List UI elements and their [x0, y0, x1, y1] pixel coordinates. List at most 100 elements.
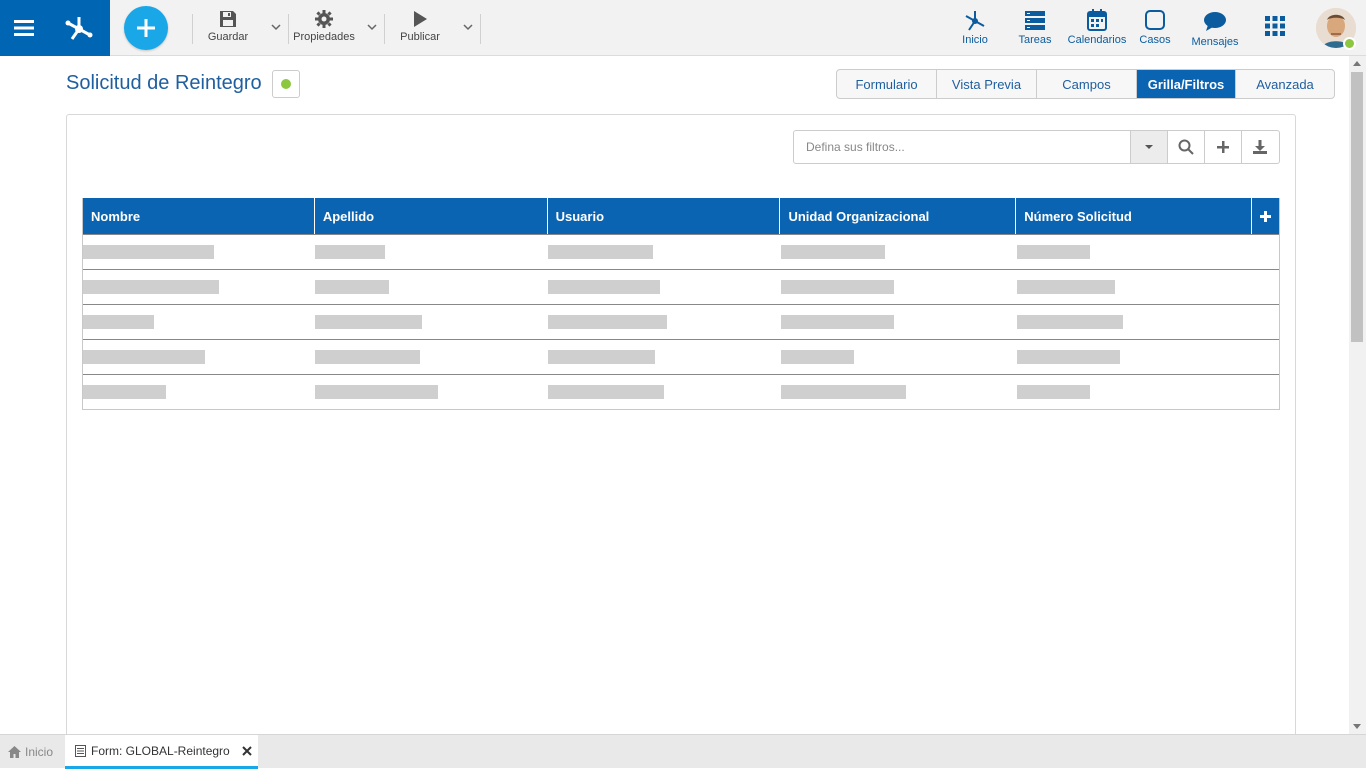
column-header-unidad[interactable]: Unidad Organizacional: [780, 198, 1017, 234]
bottom-tab-home[interactable]: Inicio: [8, 735, 53, 769]
column-header-nombre[interactable]: Nombre: [83, 198, 315, 234]
placeholder-cell: [315, 385, 438, 399]
placeholder-cell: [315, 280, 389, 294]
properties-button[interactable]: Propiedades: [292, 10, 356, 43]
column-header-apellido[interactable]: Apellido: [315, 198, 548, 234]
nav-inicio-label: Inicio: [962, 34, 988, 46]
tab-avanzada[interactable]: Avanzada: [1236, 70, 1334, 98]
tab-vista-previa[interactable]: Vista Previa: [937, 70, 1037, 98]
save-label: Guardar: [207, 31, 249, 43]
caret-down-icon: [1145, 145, 1153, 149]
chevron-down-icon[interactable]: [367, 22, 377, 32]
placeholder-cell: [315, 350, 420, 364]
placeholder-cell: [315, 245, 385, 259]
toolbar-divider: [384, 14, 385, 44]
placeholder-cell: [548, 280, 660, 294]
placeholder-cell: [548, 315, 667, 329]
nav-casos-label: Casos: [1139, 34, 1171, 46]
view-tabs: Formulario Vista Previa Campos Grilla/Fi…: [836, 69, 1335, 99]
scroll-down-arrow-icon[interactable]: [1353, 724, 1361, 729]
properties-label: Propiedades: [293, 31, 355, 43]
apps-grid-icon: [1265, 16, 1285, 36]
table-row[interactable]: [83, 339, 1279, 374]
placeholder-cell: [781, 350, 854, 364]
status-indicator[interactable]: [272, 70, 300, 98]
plus-icon: [137, 19, 155, 37]
placeholder-cell: [1017, 350, 1120, 364]
placeholder-cell: [1017, 280, 1115, 294]
placeholder-cell: [83, 350, 205, 364]
filter-dropdown-button[interactable]: [1130, 131, 1167, 163]
tab-campos[interactable]: Campos: [1037, 70, 1137, 98]
toolbar-divider: [288, 14, 289, 44]
tab-formulario[interactable]: Formulario: [837, 70, 937, 98]
toolbar-divider: [480, 14, 481, 44]
table-row[interactable]: [83, 304, 1279, 339]
placeholder-cell: [315, 315, 422, 329]
download-button[interactable]: [1241, 131, 1278, 163]
save-button[interactable]: Guardar: [206, 10, 250, 43]
scrollbar-thumb[interactable]: [1351, 72, 1363, 342]
network-home-icon: [965, 11, 985, 31]
plus-icon: [1217, 141, 1229, 153]
placeholder-cell: [83, 245, 214, 259]
top-toolbar: Guardar Propiedades Publicar Inicio Tare…: [0, 0, 1366, 56]
publish-label: Publicar: [400, 31, 440, 43]
tasks-icon: [1025, 11, 1045, 30]
page-title: Solicitud de Reintegro: [66, 72, 262, 94]
network-logo-icon: [65, 17, 93, 40]
document-icon: [75, 744, 86, 757]
add-column-button[interactable]: [1251, 198, 1279, 234]
hamburger-icon: [14, 20, 34, 36]
nav-tareas[interactable]: Tareas: [1015, 8, 1055, 46]
publish-button[interactable]: Publicar: [398, 10, 442, 43]
table-row[interactable]: [83, 269, 1279, 304]
placeholder-cell: [781, 245, 885, 259]
gear-icon: [315, 10, 333, 28]
placeholder-cell: [548, 245, 653, 259]
table-row[interactable]: [83, 374, 1279, 409]
download-icon: [1253, 140, 1267, 154]
placeholder-cell: [548, 350, 655, 364]
nav-mensajes-label: Mensajes: [1191, 36, 1239, 48]
chevron-down-icon[interactable]: [463, 22, 473, 32]
table-row[interactable]: [83, 234, 1279, 269]
app-logo[interactable]: [48, 0, 110, 56]
placeholder-cell: [83, 315, 154, 329]
floppy-disk-icon: [220, 11, 236, 27]
nav-casos[interactable]: Casos: [1137, 8, 1173, 46]
scroll-up-arrow-icon[interactable]: [1353, 61, 1361, 66]
apps-grid-button[interactable]: [1264, 16, 1286, 36]
placeholder-cell: [83, 385, 166, 399]
bottom-tab-form[interactable]: Form: GLOBAL-Reintegro: [65, 735, 258, 769]
nav-calendarios-label: Calendarios: [1067, 34, 1127, 46]
play-icon: [414, 11, 427, 27]
filter-input[interactable]: [794, 131, 1130, 163]
placeholder-cell: [1017, 245, 1090, 259]
chevron-down-icon[interactable]: [271, 22, 281, 32]
search-button[interactable]: [1167, 131, 1204, 163]
chat-bubble-icon: [1204, 12, 1226, 31]
vertical-scrollbar[interactable]: [1349, 56, 1366, 734]
hamburger-menu-button[interactable]: [0, 0, 48, 56]
add-filter-button[interactable]: [1204, 131, 1241, 163]
nav-mensajes[interactable]: Mensajes: [1190, 10, 1240, 48]
online-status-dot: [1343, 37, 1356, 50]
column-header-numero[interactable]: Número Solicitud: [1016, 198, 1251, 234]
data-grid: Nombre Apellido Usuario Unidad Organizac…: [82, 198, 1280, 410]
column-header-usuario[interactable]: Usuario: [548, 198, 781, 234]
placeholder-cell: [781, 315, 894, 329]
plus-icon: [1260, 210, 1272, 222]
nav-tareas-label: Tareas: [1018, 34, 1052, 46]
bottom-tab-bar: Inicio Form: GLOBAL-Reintegro: [0, 734, 1366, 769]
close-icon[interactable]: [242, 745, 252, 756]
home-icon: [8, 746, 21, 758]
bottom-tab-form-label: Form: GLOBAL-Reintegro: [91, 743, 230, 758]
bottom-tab-home-label: Inicio: [25, 745, 54, 759]
nav-calendarios[interactable]: Calendarios: [1066, 8, 1128, 46]
add-new-button[interactable]: [124, 6, 168, 50]
placeholder-cell: [781, 280, 894, 294]
nav-inicio[interactable]: Inicio: [955, 8, 995, 46]
placeholder-cell: [83, 280, 219, 294]
tab-grilla-filtros[interactable]: Grilla/Filtros: [1137, 70, 1236, 98]
